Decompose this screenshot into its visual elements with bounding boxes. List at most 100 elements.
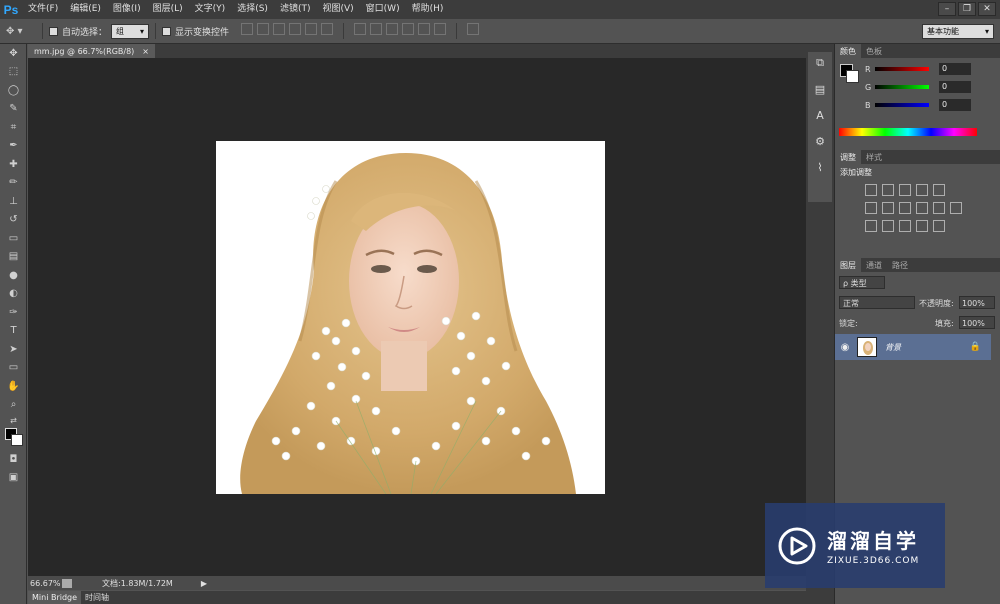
- hue-saturation-icon[interactable]: [865, 202, 877, 214]
- layer-name[interactable]: 背景: [885, 342, 901, 353]
- slider-b-track[interactable]: [875, 103, 929, 107]
- pen-tool-icon[interactable]: ✑: [0, 303, 27, 322]
- slider-g-track[interactable]: [875, 85, 929, 89]
- export-icon[interactable]: [62, 578, 72, 588]
- type-tool-icon[interactable]: T: [0, 322, 27, 341]
- menu-view[interactable]: 视图(V): [316, 0, 359, 19]
- brightness-icon[interactable]: [865, 184, 877, 196]
- tool-presets-icon[interactable]: ⚙: [808, 130, 832, 152]
- tab-layers[interactable]: 图层: [835, 258, 861, 272]
- levels-icon[interactable]: [882, 184, 894, 196]
- eyedropper-tool-icon[interactable]: ✒: [0, 137, 27, 156]
- tab-paths[interactable]: 路径: [887, 258, 913, 272]
- shape-tool-icon[interactable]: ▭: [0, 359, 27, 378]
- auto-align-icon[interactable]: [467, 23, 480, 35]
- brush-tool-icon[interactable]: ✏: [0, 174, 27, 193]
- move-tool-icon[interactable]: ✥: [0, 44, 27, 63]
- background-color[interactable]: [846, 70, 859, 83]
- quick-mask-icon[interactable]: ◘: [0, 450, 27, 469]
- menu-filter[interactable]: 滤镜(T): [274, 0, 317, 19]
- menu-type[interactable]: 文字(Y): [189, 0, 232, 19]
- screen-mode-icon[interactable]: ▣: [0, 469, 27, 488]
- quick-select-tool-icon[interactable]: ✎: [0, 100, 27, 119]
- document-image[interactable]: [216, 141, 605, 494]
- slider-b[interactable]: B 0: [865, 98, 995, 112]
- crop-tool-icon[interactable]: ⌗: [0, 118, 27, 137]
- menu-image[interactable]: 图像(I): [107, 0, 147, 19]
- move-tool-preset-icon[interactable]: ✥ ▾: [6, 22, 36, 40]
- history-brush-tool-icon[interactable]: ↺: [0, 211, 27, 230]
- blur-tool-icon[interactable]: ●: [0, 266, 27, 285]
- auto-select-dropdown[interactable]: 组 ▾: [111, 23, 150, 39]
- align-top-icon[interactable]: [241, 23, 254, 35]
- layer-row-background[interactable]: ◉ 背景 🔒: [835, 334, 991, 360]
- slider-b-value[interactable]: 0: [939, 99, 971, 111]
- character-panel-icon[interactable]: A: [808, 104, 832, 126]
- invert-icon[interactable]: [865, 220, 877, 232]
- slider-g[interactable]: G 0: [865, 80, 995, 94]
- distribute-top-icon[interactable]: [354, 23, 367, 35]
- distribute-vcenter-icon[interactable]: [370, 23, 383, 35]
- eraser-tool-icon[interactable]: ▭: [0, 229, 27, 248]
- zoom-tool-icon[interactable]: ⌕: [0, 396, 27, 415]
- align-hcenter-icon[interactable]: [305, 23, 318, 35]
- curves-icon[interactable]: [899, 184, 911, 196]
- show-transform-checkbox[interactable]: [162, 26, 172, 36]
- black-white-icon[interactable]: [899, 202, 911, 214]
- lasso-tool-icon[interactable]: ◯: [0, 81, 27, 100]
- layer-filter-dropdown[interactable]: ρ 类型: [839, 276, 885, 289]
- healing-brush-tool-icon[interactable]: ✚: [0, 155, 27, 174]
- close-button[interactable]: ✕: [978, 2, 996, 16]
- align-right-icon[interactable]: [321, 23, 334, 35]
- menu-edit[interactable]: 编辑(E): [64, 0, 107, 19]
- menu-file[interactable]: 文件(F): [22, 0, 64, 19]
- slider-g-value[interactable]: 0: [939, 81, 971, 93]
- distribute-right-icon[interactable]: [434, 23, 447, 35]
- tab-styles[interactable]: 样式: [861, 150, 887, 164]
- distribute-hcenter-icon[interactable]: [418, 23, 431, 35]
- dodge-tool-icon[interactable]: ◐: [0, 285, 27, 304]
- tab-mini-bridge[interactable]: Mini Bridge: [28, 591, 82, 604]
- restore-button[interactable]: ❐: [958, 2, 976, 16]
- channel-mixer-icon[interactable]: [933, 202, 945, 214]
- tab-adjustments[interactable]: 调整: [835, 150, 861, 164]
- selective-color-icon[interactable]: [916, 220, 928, 232]
- blend-mode-dropdown[interactable]: 正常: [839, 296, 915, 309]
- properties-panel-icon[interactable]: ▤: [808, 78, 832, 100]
- gradient-tool-icon[interactable]: ▤: [0, 248, 27, 267]
- tab-channels[interactable]: 通道: [861, 258, 887, 272]
- color-balance-icon[interactable]: [882, 202, 894, 214]
- slider-r-track[interactable]: [875, 67, 929, 71]
- slider-r-value[interactable]: 0: [939, 63, 971, 75]
- fill-input[interactable]: 100%: [959, 316, 995, 329]
- distribute-left-icon[interactable]: [402, 23, 415, 35]
- workspace-dropdown[interactable]: 基本功能 ▾: [922, 24, 994, 39]
- path-select-tool-icon[interactable]: ➤: [0, 340, 27, 359]
- tab-color[interactable]: 颜色: [835, 44, 861, 58]
- align-bottom-icon[interactable]: [273, 23, 286, 35]
- tab-swatches[interactable]: 色板: [861, 44, 887, 58]
- gradient-map-icon[interactable]: [933, 220, 945, 232]
- marquee-tool-icon[interactable]: ⬚: [0, 63, 27, 82]
- hand-tool-icon[interactable]: ✋: [0, 377, 27, 396]
- menu-layer[interactable]: 图层(L): [147, 0, 189, 19]
- visibility-eye-icon[interactable]: ◉: [835, 342, 855, 353]
- threshold-icon[interactable]: [899, 220, 911, 232]
- color-swatches[interactable]: [0, 426, 27, 450]
- vibrance-icon[interactable]: [933, 184, 945, 196]
- opacity-input[interactable]: 100%: [959, 296, 995, 309]
- posterize-icon[interactable]: [882, 220, 894, 232]
- brush-panel-icon[interactable]: ⌇: [808, 156, 832, 178]
- color-spectrum[interactable]: [839, 128, 977, 136]
- exposure-icon[interactable]: [916, 184, 928, 196]
- close-tab-icon[interactable]: ×: [142, 47, 149, 56]
- align-left-icon[interactable]: [289, 23, 302, 35]
- photo-filter-icon[interactable]: [916, 202, 928, 214]
- menu-select[interactable]: 选择(S): [231, 0, 274, 19]
- zoom-level[interactable]: 66.67%: [28, 579, 62, 588]
- menu-window[interactable]: 窗口(W): [360, 0, 406, 19]
- fg-bg-swatch[interactable]: [840, 64, 860, 84]
- minimize-button[interactable]: –: [938, 2, 956, 16]
- color-lookup-icon[interactable]: [950, 202, 962, 214]
- swap-colors-icon[interactable]: ⇄: [0, 414, 27, 426]
